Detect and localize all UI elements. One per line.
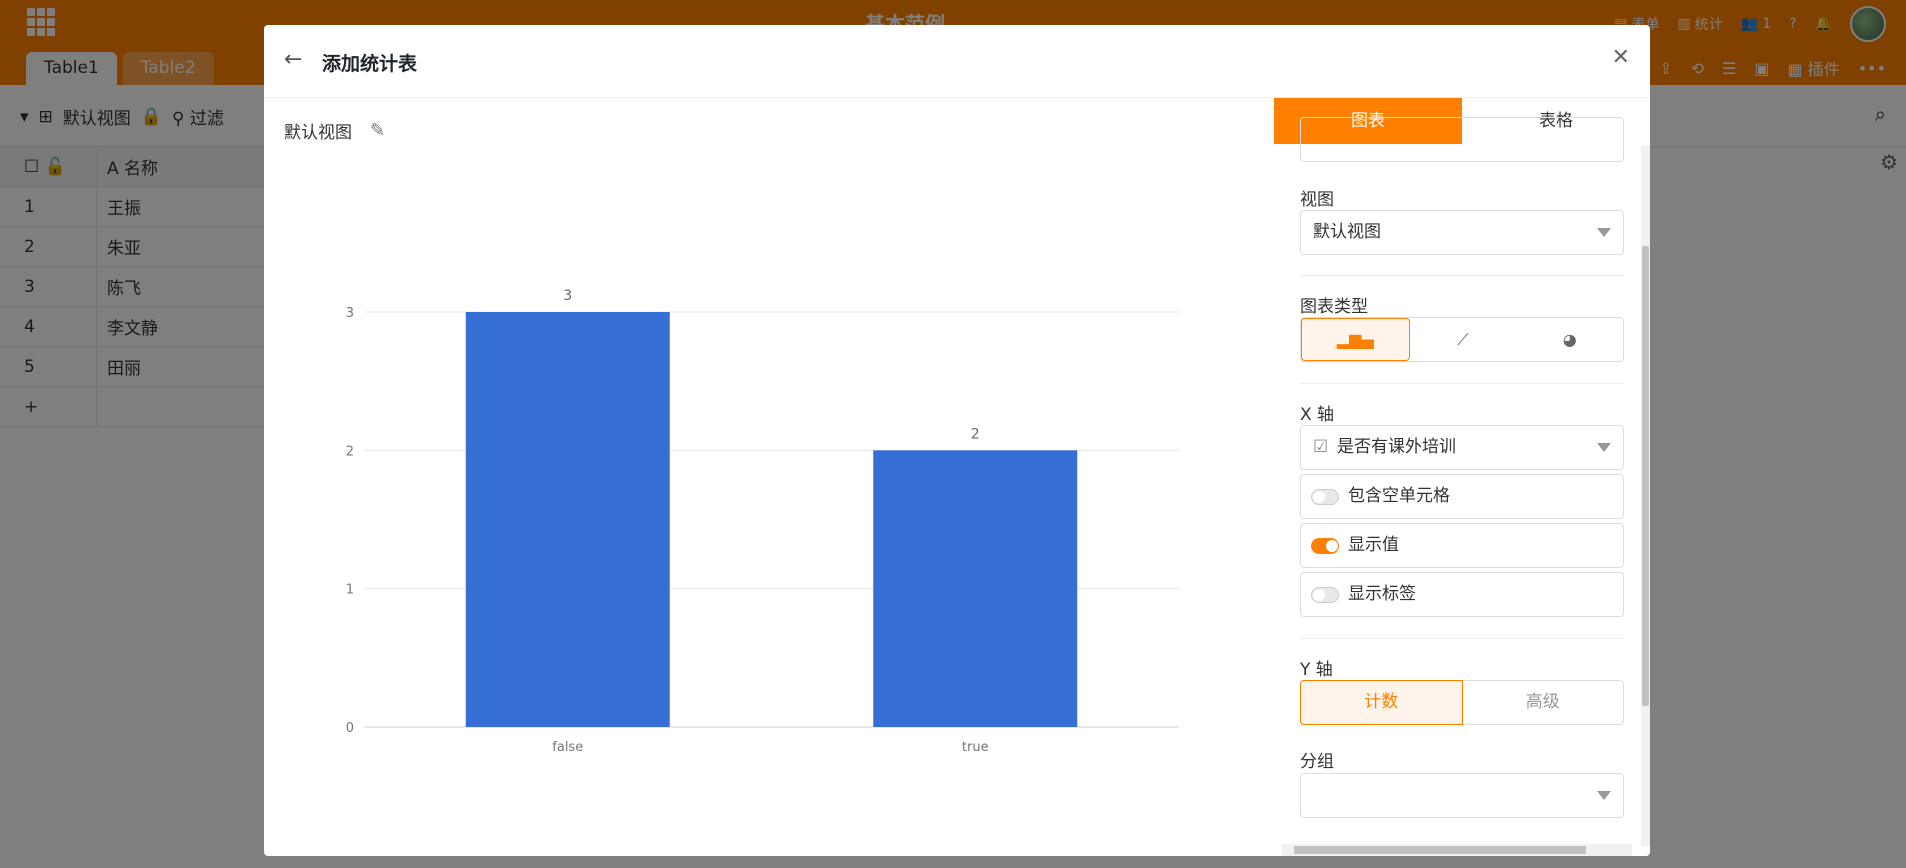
dropdown-arrow-icon — [1597, 791, 1611, 800]
line-chart-type-button[interactable]: ⟋ — [1410, 318, 1517, 361]
include-empty-toggle[interactable] — [1311, 489, 1339, 505]
bar-chart-icon: ▂▆▄ — [1336, 330, 1374, 349]
y-tick-label: 2 — [346, 444, 354, 459]
pie-chart-type-button[interactable]: ◕ — [1516, 318, 1623, 361]
divider — [1300, 275, 1624, 276]
show-labels-option[interactable]: 显示标签 — [1300, 572, 1624, 617]
x-axis-label: X 轴 — [1300, 405, 1335, 425]
bar-value-label: 2 — [971, 426, 980, 442]
scrollbar-thumb[interactable] — [1642, 246, 1649, 706]
y-tick-label: 0 — [346, 721, 354, 736]
bar-value-label: 3 — [563, 288, 572, 304]
show-values-toggle[interactable] — [1311, 538, 1339, 554]
back-arrow-icon[interactable]: ← — [284, 47, 302, 72]
dropdown-arrow-icon — [1597, 228, 1611, 237]
view-select[interactable]: 默认视图 — [1300, 210, 1624, 255]
show-values-option[interactable]: 显示值 — [1300, 523, 1624, 568]
y-count-button[interactable]: 计数 — [1300, 680, 1463, 725]
x-tick-label: false — [552, 740, 583, 755]
vertical-scrollbar[interactable] — [1641, 146, 1650, 846]
x-axis-field-select[interactable]: ☑ 是否有课外培训 — [1300, 425, 1624, 470]
y-axis-label: Y 轴 — [1300, 660, 1333, 680]
add-stats-modal: ← 添加统计表 ✕ 默认视图 ✎ 0 1 2 3 3 false 2 true 图表 表格 视… — [264, 25, 1650, 856]
x-tick-label: true — [962, 740, 989, 755]
y-tick-label: 3 — [346, 306, 354, 321]
y-tick-label: 1 — [346, 583, 354, 598]
divider — [1300, 638, 1624, 639]
chart-type-selector: ▂▆▄ ⟋ ◕ — [1300, 317, 1624, 362]
divider — [1300, 383, 1624, 384]
chart-type-label: 图表类型 — [1300, 297, 1368, 317]
include-empty-option[interactable]: 包含空单元格 — [1300, 474, 1624, 519]
group-label: 分组 — [1300, 752, 1334, 772]
bar-chart: 0 1 2 3 3 false 2 true — [346, 288, 1179, 755]
pie-chart-icon: ◕ — [1562, 330, 1577, 349]
chart-preview-panel: 默认视图 ✎ 0 1 2 3 3 false 2 true — [264, 98, 1274, 856]
line-chart-icon: ⟋ — [1457, 329, 1469, 349]
view-section-label: 视图 — [1300, 190, 1334, 210]
checkbox-field-icon: ☑ — [1313, 437, 1329, 457]
partial-select-field[interactable] — [1300, 117, 1624, 162]
bar-chart-type-button[interactable]: ▂▆▄ — [1301, 318, 1410, 361]
settings-panel: 图表 表格 视图 默认视图 图表类型 ▂▆▄ ⟋ ◕ X 轴 ☑ 是否有课外培训 … — [1274, 98, 1650, 856]
bar — [465, 312, 670, 727]
modal-header: ← 添加统计表 ✕ — [264, 25, 1650, 98]
scrollbar-thumb[interactable] — [1294, 846, 1586, 854]
horizontal-scrollbar[interactable] — [1282, 844, 1632, 856]
group-select[interactable] — [1300, 773, 1624, 818]
y-advanced-button[interactable]: 高级 — [1462, 680, 1624, 725]
modal-title: 添加统计表 — [322, 53, 418, 75]
close-icon[interactable]: ✕ — [1612, 45, 1630, 70]
show-labels-toggle[interactable] — [1311, 587, 1339, 603]
bar — [873, 450, 1078, 727]
dropdown-arrow-icon — [1597, 443, 1611, 452]
y-axis-mode-selector: 计数 高级 — [1300, 680, 1624, 725]
